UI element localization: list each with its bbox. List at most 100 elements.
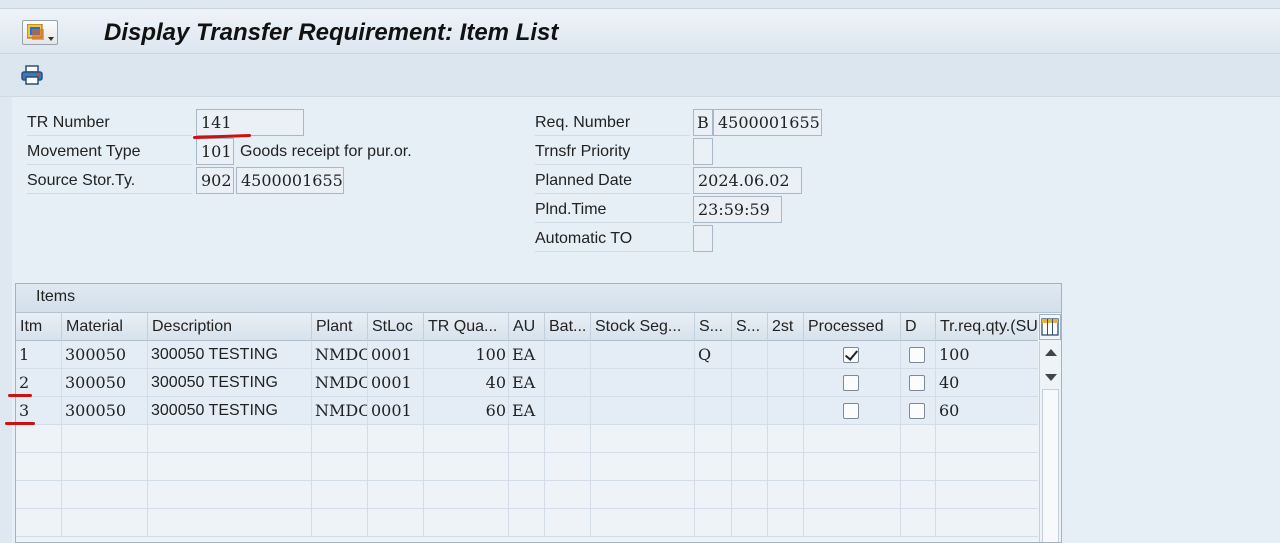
- d-checkbox[interactable]: [909, 403, 925, 419]
- col-header-batch[interactable]: Bat...: [545, 313, 591, 341]
- source-stor-ty-value-field[interactable]: 4500001655: [236, 167, 344, 194]
- cell-tr-req-qty: 60: [939, 401, 960, 420]
- tr-number-label: TR Number: [27, 109, 192, 136]
- dropdown-arrow-icon: [48, 37, 54, 41]
- col-header-description[interactable]: Description: [148, 313, 312, 341]
- processed-checkbox[interactable]: [843, 375, 859, 391]
- cell-d: [901, 397, 936, 425]
- plnd-time-label: Plnd.Time: [535, 196, 690, 223]
- source-stor-ty-label: Source Stor.Ty.: [27, 167, 192, 194]
- print-icon[interactable]: [21, 65, 43, 85]
- col-header-2st[interactable]: 2st: [768, 313, 804, 341]
- cell-s1: Q: [695, 341, 732, 369]
- cell-au: EA: [509, 341, 545, 369]
- col-header-material[interactable]: Material: [62, 313, 148, 341]
- cell-plant: NMDC: [312, 341, 368, 369]
- column-settings-icon[interactable]: [1039, 314, 1061, 340]
- cell-2st: [768, 341, 804, 369]
- col-header-s2[interactable]: S...: [732, 313, 768, 341]
- cell-tr-req-qty: 100: [939, 345, 970, 364]
- cell-stock-seg: [591, 397, 695, 425]
- col-header-au[interactable]: AU: [509, 313, 545, 341]
- cell-description: 300050 TESTING: [148, 341, 312, 369]
- scroll-up-icon[interactable]: [1045, 349, 1057, 356]
- cell-s2: [732, 397, 768, 425]
- items-panel: Items Itm Material Description Plant StL…: [15, 283, 1062, 543]
- cell-processed: [804, 369, 901, 397]
- cell-batch: [545, 369, 591, 397]
- system-menu-icon[interactable]: [22, 20, 58, 45]
- empty-row: [16, 481, 1038, 509]
- cell-d: [901, 369, 936, 397]
- table-row[interactable]: 2 300050 300050 TESTING NMDC 0001 40 EA …: [16, 369, 1038, 397]
- table-row[interactable]: 1 300050 300050 TESTING NMDC 0001 100 EA…: [16, 341, 1038, 369]
- col-header-d[interactable]: D: [901, 313, 936, 341]
- cell-s2: [732, 341, 768, 369]
- application-toolbar: [0, 55, 1280, 97]
- cell-batch: [545, 341, 591, 369]
- cell-stloc: 0001: [368, 369, 424, 397]
- cell-itm: 1: [16, 341, 62, 369]
- automatic-to-label: Automatic TO: [535, 225, 690, 252]
- trnsfr-priority-label: Trnsfr Priority: [535, 138, 690, 165]
- menu-glyph-icon: [27, 24, 44, 40]
- col-header-stloc[interactable]: StLoc: [368, 313, 424, 341]
- layout-grid-icon: [1041, 318, 1059, 336]
- movement-type-text: Goods receipt for pur.or.: [240, 143, 412, 160]
- plnd-time-field[interactable]: 23:59:59: [693, 196, 782, 223]
- cell-plant: NMDC: [312, 369, 368, 397]
- tr-number-field[interactable]: 141: [196, 109, 304, 136]
- planned-date-field[interactable]: 2024.06.02: [693, 167, 802, 194]
- cell-s1: [695, 369, 732, 397]
- movement-type-label: Movement Type: [27, 138, 192, 165]
- scroll-down-icon[interactable]: [1045, 374, 1057, 381]
- cell-d: [901, 341, 936, 369]
- items-title: Items: [36, 288, 76, 305]
- cell-batch: [545, 397, 591, 425]
- source-stor-ty-code-field[interactable]: 902: [196, 167, 234, 194]
- processed-checkbox[interactable]: [843, 403, 859, 419]
- cell-plant: NMDC: [312, 397, 368, 425]
- cell-2st: [768, 397, 804, 425]
- cell-description: 300050 TESTING: [148, 397, 312, 425]
- column-header-row: Itm Material Description Plant StLoc TR …: [16, 313, 1038, 341]
- req-number-prefix-field[interactable]: B: [693, 109, 713, 136]
- col-header-s1[interactable]: S...: [695, 313, 732, 341]
- cell-material: 300050: [62, 341, 148, 369]
- cell-stock-seg: [591, 341, 695, 369]
- title-bar: Display Transfer Requirement: Item List: [0, 8, 1280, 54]
- cell-processed: [804, 341, 901, 369]
- vertical-scrollbar[interactable]: [1039, 341, 1061, 542]
- items-header: Items: [16, 284, 1061, 313]
- empty-row: [16, 425, 1038, 453]
- req-number-field[interactable]: 4500001655: [713, 109, 822, 136]
- col-header-itm[interactable]: Itm: [16, 313, 62, 341]
- col-header-tr-req-qty[interactable]: Tr.req.qty.(SU: [936, 313, 1038, 341]
- col-header-plant[interactable]: Plant: [312, 313, 368, 341]
- col-header-processed[interactable]: Processed: [804, 313, 901, 341]
- d-checkbox[interactable]: [909, 375, 925, 391]
- page-title: Display Transfer Requirement: Item List: [104, 19, 559, 46]
- movement-type-code-field[interactable]: 101: [196, 138, 234, 165]
- cell-tr-qty: 60: [424, 397, 509, 425]
- cell-description: 300050 TESTING: [148, 369, 312, 397]
- cell-tr-req-qty: 40: [939, 373, 960, 392]
- trnsfr-priority-field[interactable]: [693, 138, 713, 165]
- cell-material: 300050: [62, 369, 148, 397]
- table-row[interactable]: 3 300050 300050 TESTING NMDC 0001 60 EA …: [16, 397, 1038, 425]
- cell-tr-qty: 40: [424, 369, 509, 397]
- annotation-mark-row-2: [8, 394, 32, 397]
- processed-checkbox[interactable]: [843, 347, 859, 363]
- cell-stloc: 0001: [368, 341, 424, 369]
- cell-2st: [768, 369, 804, 397]
- cell-itm: 3: [16, 397, 62, 425]
- cell-s1: [695, 397, 732, 425]
- col-header-tr-qty[interactable]: TR Qua...: [424, 313, 509, 341]
- automatic-to-field[interactable]: [693, 225, 713, 252]
- cell-stloc: 0001: [368, 397, 424, 425]
- empty-row: [16, 453, 1038, 481]
- col-header-stock-seg[interactable]: Stock Seg...: [591, 313, 695, 341]
- d-checkbox[interactable]: [909, 347, 925, 363]
- scroll-track[interactable]: [1042, 389, 1059, 542]
- annotation-mark-row-3: [5, 422, 35, 425]
